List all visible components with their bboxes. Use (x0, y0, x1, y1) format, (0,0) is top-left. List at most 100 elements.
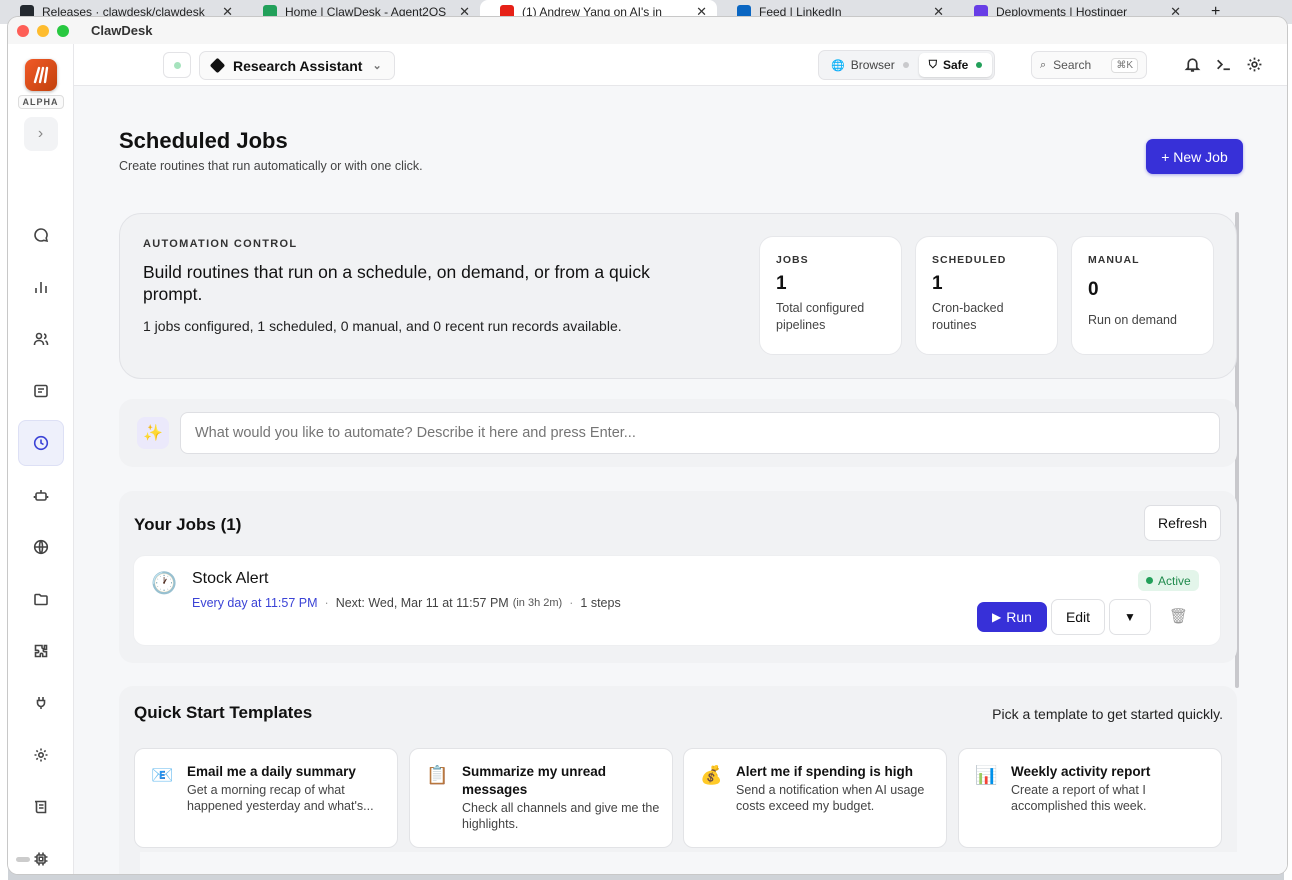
stat-label: SCHEDULED (932, 254, 1007, 266)
stat-value: 1 (776, 273, 787, 294)
clock-icon (33, 435, 49, 451)
close-window-button[interactable] (17, 24, 29, 37)
bar-chart-icon (35, 282, 47, 293)
stat-card-jobs: JOBS 1 Total configured pipelines (759, 236, 902, 355)
sidebar-item-scheduled-jobs[interactable] (18, 420, 64, 466)
app-logo[interactable] (24, 59, 57, 91)
sidebar-scroll-handle[interactable] (16, 857, 30, 862)
template-description: Send a notification when AI usage costs … (736, 783, 925, 813)
sidebar-item-team[interactable] (18, 316, 64, 362)
robot-icon (33, 490, 49, 501)
mode-browser-button[interactable]: 🌐 Browser (821, 53, 919, 77)
zoom-window-button[interactable] (57, 24, 69, 37)
sidebar-item-messages[interactable] (18, 368, 64, 414)
trash-icon[interactable]: 🗑 (1169, 607, 1188, 625)
expand-job-button[interactable]: ▼ (1109, 599, 1151, 635)
sidebar-item-integrations[interactable] (18, 680, 64, 726)
puzzle-icon (34, 644, 48, 658)
template-description: Get a morning recap of what happened yes… (187, 783, 374, 813)
minimize-window-button[interactable] (37, 24, 49, 37)
mode-status-dot (902, 62, 909, 68)
sparkles-icon: ✨ (137, 417, 169, 449)
globe-icon: 🌐 (831, 59, 845, 72)
alpha-badge: ALPHA (17, 95, 64, 109)
job-next-relative: (in 3h 2m) (512, 597, 563, 609)
message-icon (34, 384, 48, 398)
jobs-section: Your Jobs (1) Refresh 🕐 Stock Alert Ever… (119, 491, 1237, 663)
sidebar: ALPHA › (8, 44, 74, 874)
separator: · (569, 596, 574, 610)
users-icon (33, 332, 49, 346)
stat-card-scheduled: SCHEDULED 1 Cron-backed routines (915, 236, 1058, 355)
mode-safe-button[interactable]: ⛉ Safe (918, 53, 993, 77)
automation-label: AUTOMATION CONTROL (143, 238, 298, 250)
refresh-button[interactable]: Refresh (1144, 505, 1221, 541)
page-title: Scheduled Jobs (119, 128, 288, 153)
chevron-down-icon: ⌄ (372, 60, 382, 72)
sidebar-item-analytics[interactable] (18, 264, 64, 310)
template-card[interactable]: 📊 Weekly activity report Create a report… (958, 748, 1222, 848)
search-label: Search (1053, 58, 1092, 72)
expand-sidebar-button[interactable]: › (23, 117, 58, 151)
automation-summary: 1 jobs configured, 1 scheduled, 0 manual… (143, 318, 622, 334)
title-bar: ClawDesk (8, 17, 1287, 44)
automation-control-panel: AUTOMATION CONTROL Build routines that r… (119, 213, 1237, 379)
stat-description: Total configured pipelines (776, 301, 865, 332)
jobs-title: Your Jobs (1) (134, 515, 242, 534)
shield-icon: ⛉ (928, 58, 937, 71)
clock-icon: 🕐 (151, 572, 178, 595)
triangle-down-icon: ▼ (1124, 610, 1136, 624)
mode-label: Safe (942, 58, 969, 72)
sidebar-item-hardware[interactable] (18, 836, 64, 874)
status-toggle-button[interactable] (163, 52, 191, 78)
mode-switch: 🌐 Browser ⛉ Safe (818, 50, 996, 80)
gear-icon[interactable] (1246, 56, 1263, 73)
sidebar-item-settings[interactable] (18, 732, 64, 778)
template-name: Email me a daily summary (187, 764, 356, 779)
templates-hint: Pick a template to get started quickly. (992, 706, 1223, 722)
status-dot-icon (1146, 577, 1153, 584)
template-card[interactable]: 💰 Alert me if spending is high Send a no… (683, 748, 947, 848)
sidebar-item-logs[interactable] (18, 784, 64, 830)
template-description: Create a report of what I accomplished t… (1011, 783, 1147, 813)
stat-description: Cron-backed routines (932, 301, 1004, 332)
stat-card-manual: MANUAL 0 Run on demand (1071, 236, 1214, 355)
job-name: Stock Alert (192, 570, 269, 587)
agent-selector[interactable]: Research Assistant ⌄ (199, 51, 395, 80)
sidebar-item-agents[interactable] (18, 472, 64, 518)
sidebar-item-web[interactable] (18, 524, 64, 570)
template-description: Check all channels and give me the highl… (462, 801, 660, 831)
job-card[interactable]: 🕐 Stock Alert Every day at 11:57 PM · Ne… (133, 555, 1221, 646)
plug-icon (36, 697, 46, 709)
job-meta: Every day at 11:57 PM · Next: Wed, Mar 1… (192, 596, 621, 610)
edit-button[interactable]: Edit (1051, 599, 1105, 635)
clipboard-icon: 📋 (426, 765, 449, 785)
template-card[interactable]: 📧 Email me a daily summary Get a morning… (134, 748, 398, 848)
mode-status-dot (976, 62, 983, 68)
quick-prompt: ✨ (119, 399, 1237, 467)
globe-icon (33, 539, 49, 555)
mode-label: Browser (850, 58, 895, 72)
new-job-button[interactable]: + New Job (1146, 139, 1243, 174)
stat-label: MANUAL (1088, 254, 1140, 266)
agent-name: Research Assistant (233, 57, 363, 74)
automation-headline: Build routines that run on a schedule, o… (143, 262, 650, 304)
run-button[interactable]: ▶ Run (977, 602, 1047, 632)
bar-chart-icon: 📊 (975, 765, 998, 785)
sidebar-item-files[interactable] (18, 576, 64, 622)
search-button[interactable]: ⌕ Search ⌘K (1031, 51, 1147, 79)
stat-value: 0 (1088, 279, 1099, 300)
sidebar-item-plugins[interactable] (18, 628, 64, 674)
app-window: ClawDesk ALPHA › Research Assistant ⌄ 🌐 … (8, 17, 1287, 874)
stat-label: JOBS (776, 254, 809, 266)
template-card[interactable]: 📋 Summarize my unread messages Check all… (409, 748, 673, 848)
folder-icon (34, 593, 48, 606)
automation-prompt-input[interactable] (180, 412, 1220, 454)
sidebar-item-chat[interactable] (18, 212, 64, 258)
money-bag-icon: 💰 (700, 765, 723, 785)
terminal-icon[interactable] (1215, 56, 1232, 73)
bell-icon[interactable] (1184, 56, 1201, 73)
quick-start-section: Quick Start Templates Pick a template to… (119, 686, 1237, 874)
templates-title: Quick Start Templates (134, 703, 313, 722)
window-title: ClawDesk (91, 23, 153, 38)
